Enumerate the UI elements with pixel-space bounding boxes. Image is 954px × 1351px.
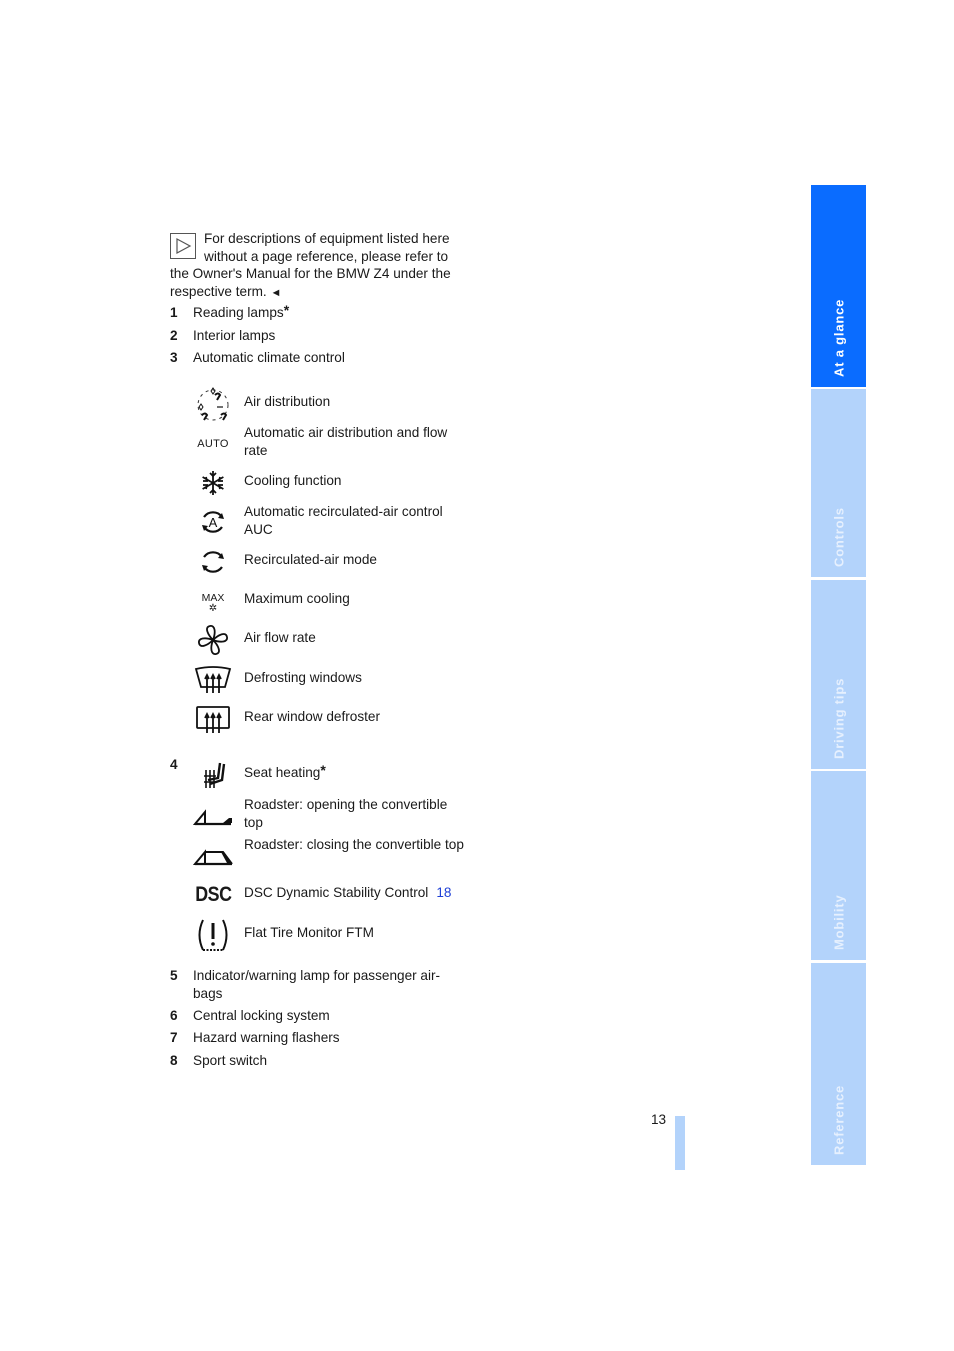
item-number: 6 <box>170 1008 178 1023</box>
item-label: Hazard warning flashers <box>193 1030 340 1045</box>
item-number: 1 <box>170 305 178 320</box>
flat-tire-monitor-icon <box>192 915 234 955</box>
tab-controls[interactable]: Controls <box>811 389 866 577</box>
list-item: 6 Central locking system <box>170 1007 330 1025</box>
auc-recirculation-icon: A <box>192 503 234 541</box>
item-number: 2 <box>170 328 178 343</box>
tab-label: Reference <box>831 1084 846 1155</box>
roof-open-icon <box>192 798 234 836</box>
end-marker-icon: ◄ <box>270 286 282 299</box>
recirculation-icon <box>192 543 234 581</box>
fan-icon <box>192 620 234 660</box>
tab-label: Mobility <box>831 894 846 950</box>
control-row: Seat heating* <box>192 756 472 794</box>
control-row: Air flow rate <box>192 620 472 660</box>
item-label: Indicator/warning lamp for passenger air… <box>193 968 441 1001</box>
item-label: Central locking system <box>193 1008 330 1023</box>
tab-mobility[interactable]: Mobility <box>811 771 866 960</box>
control-row: Rear window defroster <box>192 700 472 738</box>
control-row: Defrosting windows <box>192 661 472 699</box>
control-label: Air distribution <box>244 394 331 409</box>
control-label: Recirculated-air mode <box>244 552 377 567</box>
dsc-icon-text: DSC <box>194 883 232 907</box>
tab-at-a-glance[interactable]: At a glance <box>811 185 866 387</box>
roof-close-icon <box>192 838 234 876</box>
control-row: Roadster: opening the convertible top <box>192 796 472 834</box>
optional-star-icon: * <box>283 302 290 318</box>
item-number: 5 <box>170 968 178 983</box>
page-reference-link[interactable]: 18 <box>436 885 451 900</box>
list-item: 5 Indicator/warning lamp for passenger a… <box>170 967 440 1001</box>
control-label: Roadster: closing the convertible top <box>244 837 464 852</box>
control-row: Roadster: closing the convertible top <box>192 836 472 874</box>
item-number: 4 <box>170 757 178 772</box>
tab-driving-tips[interactable]: Driving tips <box>811 580 866 769</box>
air-distribution-icon <box>192 386 234 424</box>
control-label: DSC Dynamic Stability Control <box>244 885 429 900</box>
max-text: MAX <box>201 591 225 604</box>
list-item: 3 Automatic climate control <box>170 349 345 367</box>
control-label: Defrosting windows <box>244 670 362 685</box>
max-cooling-icon: MAX ✲ <box>192 584 234 622</box>
list-item: 2 Interior lamps <box>170 327 275 345</box>
control-label: Rear window defroster <box>244 709 380 724</box>
item-label: Reading lamps <box>193 305 284 320</box>
control-label: Maximum cooling <box>244 591 350 606</box>
control-label: Cooling function <box>244 473 342 488</box>
list-item: 7 Hazard warning flashers <box>170 1029 340 1047</box>
note-paragraph: For descriptions of equipment listed her… <box>170 230 465 302</box>
control-label: Automatic air distribution and flow rate <box>244 425 448 458</box>
control-row: Flat Tire Monitor FTM <box>192 915 472 955</box>
item-number: 8 <box>170 1053 178 1068</box>
auto-icon: AUTO <box>192 426 234 464</box>
item-label: Sport switch <box>193 1053 268 1068</box>
triangle-play-note-icon <box>170 233 196 259</box>
snowflake-icon <box>192 464 234 502</box>
tab-reference[interactable]: Reference <box>811 963 866 1165</box>
item-label: Interior lamps <box>193 328 276 343</box>
control-label: Flat Tire Monitor FTM <box>244 925 374 940</box>
small-snowflake-icon: ✲ <box>208 602 218 614</box>
control-row: Recirculated-air mode <box>192 543 472 581</box>
item-number: 3 <box>170 350 178 365</box>
tab-label: Controls <box>831 507 846 567</box>
item-label: Automatic climate control <box>193 350 345 365</box>
page-marker-bar <box>675 1116 685 1170</box>
control-label: Roadster: opening the convertible top <box>244 797 448 830</box>
control-row: AUTO Automatic air distribution and flow… <box>192 424 472 460</box>
tab-label: At a glance <box>831 298 846 377</box>
item-number: 7 <box>170 1030 178 1045</box>
seat-heating-icon <box>192 756 234 794</box>
page-number: 13 <box>651 1112 667 1127</box>
note-text: For descriptions of equipment listed her… <box>170 231 451 299</box>
control-label: Automatic recirculated-air control AUC <box>244 504 443 537</box>
control-label: Air flow rate <box>244 630 316 645</box>
control-row: Cooling function <box>192 464 472 502</box>
control-row: A Automatic recirculated-air control AUC <box>192 503 472 541</box>
control-row: DSC DSC Dynamic Stability Control 18 <box>192 876 472 914</box>
tab-label: Driving tips <box>831 677 846 759</box>
control-row: MAX ✲ Maximum cooling <box>192 584 472 620</box>
control-label: Seat heating <box>244 765 321 780</box>
list-item: 8 Sport switch <box>170 1052 267 1070</box>
svg-text:A: A <box>209 515 218 530</box>
windshield-defrost-icon <box>192 661 234 699</box>
list-item: 1 Reading lamps* <box>170 303 289 322</box>
control-row: Air distribution <box>192 386 472 426</box>
auto-icon-text: AUTO <box>197 438 229 451</box>
optional-star-icon: * <box>320 762 326 778</box>
dsc-icon: DSC <box>192 876 234 914</box>
rear-window-defrost-icon <box>192 700 234 738</box>
